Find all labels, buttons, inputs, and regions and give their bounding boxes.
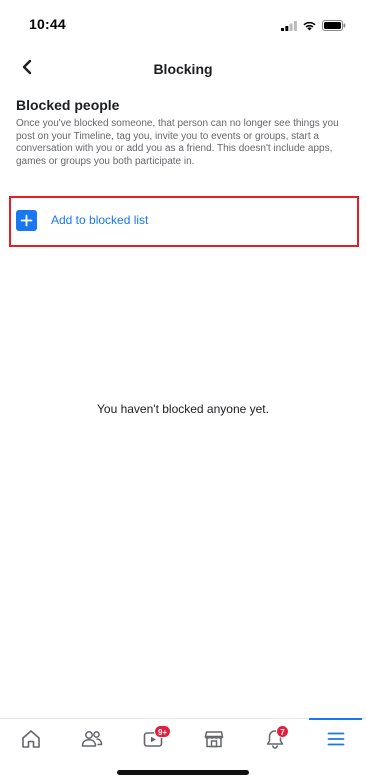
empty-state-message: You haven't blocked anyone yet. xyxy=(97,402,269,416)
status-time: 10:44 xyxy=(29,16,66,32)
battery-icon xyxy=(322,18,346,36)
nav-menu[interactable] xyxy=(305,718,366,764)
bottom-nav: 9+ 7 xyxy=(0,718,366,764)
friends-icon xyxy=(80,728,104,755)
status-bar: 10:44 xyxy=(0,0,366,50)
nav-friends[interactable] xyxy=(61,719,122,764)
signal-icon xyxy=(281,18,297,36)
plus-icon xyxy=(16,209,37,231)
header: Blocking xyxy=(0,52,366,88)
nav-watch[interactable]: 9+ xyxy=(122,719,183,764)
add-to-blocked-list-label: Add to blocked list xyxy=(51,213,149,227)
home-indicator xyxy=(117,770,249,775)
section-description: Once you've blocked someone, that person… xyxy=(16,118,339,167)
notifications-badge: 7 xyxy=(276,725,289,738)
nav-home[interactable] xyxy=(0,719,61,764)
home-icon xyxy=(20,728,42,755)
page-title: Blocking xyxy=(153,61,213,77)
wifi-icon xyxy=(302,18,317,36)
status-icons xyxy=(281,18,346,36)
shop-icon xyxy=(203,728,225,755)
add-to-blocked-list-button[interactable]: Add to blocked list xyxy=(16,208,148,232)
watch-badge: 9+ xyxy=(154,725,172,738)
section-title: Blocked people xyxy=(16,97,120,113)
nav-notifications[interactable]: 7 xyxy=(244,719,305,764)
nav-marketplace[interactable] xyxy=(183,719,244,764)
menu-icon xyxy=(325,728,347,755)
blocking-screen: 10:44 Blocking Blocked people Once you'v… xyxy=(0,0,366,781)
